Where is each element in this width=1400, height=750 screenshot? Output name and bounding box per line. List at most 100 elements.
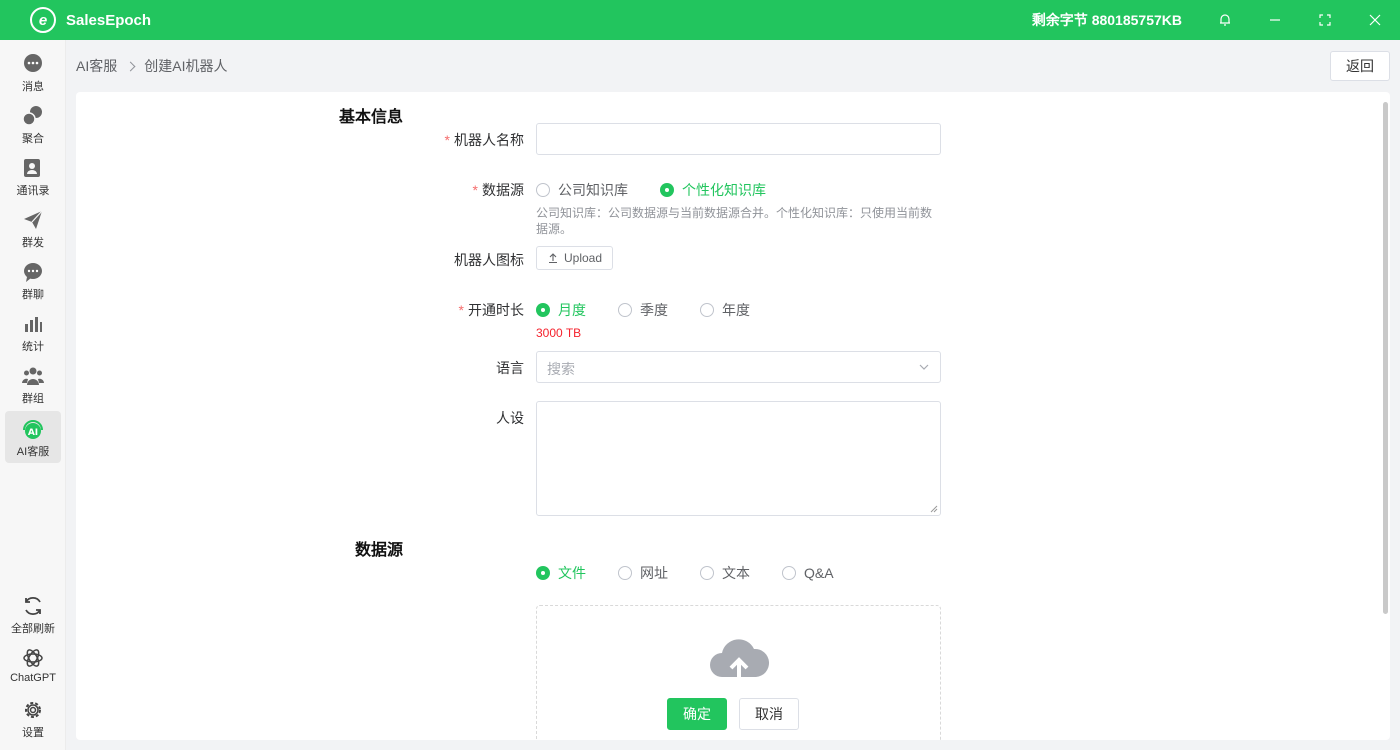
title-bar: e SalesEpoch 剩余字节 880185757KB bbox=[0, 0, 1400, 40]
required-mark: * bbox=[472, 182, 478, 198]
upload-button-label: Upload bbox=[564, 251, 603, 265]
language-select[interactable]: 搜索 bbox=[536, 351, 941, 383]
radio-label: 月度 bbox=[558, 302, 586, 318]
form-card: 基本信息 * 机器人名称 * 数据源 公司知识库 个性化知识库 公司知识库：公司数据… bbox=[76, 92, 1390, 740]
radio-dot[interactable] bbox=[700, 303, 714, 317]
required-mark: * bbox=[444, 132, 450, 148]
radio-label: 文件 bbox=[558, 565, 586, 581]
radio-dot[interactable] bbox=[618, 566, 632, 580]
persona-label: 人设 bbox=[496, 410, 524, 426]
back-button[interactable]: 返回 bbox=[1330, 51, 1390, 81]
chat-bubble-icon bbox=[21, 52, 45, 76]
minimize-icon[interactable] bbox=[1250, 0, 1300, 40]
radio-dot[interactable] bbox=[700, 566, 714, 580]
radio-monthly[interactable]: 月度 bbox=[536, 300, 586, 320]
chevron-right-icon bbox=[125, 61, 136, 71]
refresh-icon bbox=[21, 594, 45, 618]
breadcrumb-current: 创建AI机器人 bbox=[144, 58, 228, 74]
radio-yearly[interactable]: 年度 bbox=[700, 300, 750, 320]
data-source-hint: 公司知识库：公司数据源与当前数据源合并。个性化知识库：只使用当前数据源。 bbox=[536, 206, 933, 236]
close-icon[interactable] bbox=[1350, 0, 1400, 40]
sidebar-item-group-chat[interactable]: 群聊 bbox=[5, 254, 61, 306]
duration-label: * 开通时长 bbox=[324, 300, 524, 320]
sidebar-item-label: 群组 bbox=[22, 393, 44, 405]
radio-url[interactable]: 网址 bbox=[618, 563, 668, 583]
language-label: 语言 bbox=[496, 360, 524, 376]
radio-dot[interactable] bbox=[536, 183, 550, 197]
robot-icon-label: 机器人图标 bbox=[454, 252, 524, 268]
radio-quarterly[interactable]: 季度 bbox=[618, 300, 668, 320]
maximize-icon[interactable] bbox=[1300, 0, 1350, 40]
sidebar-item-refresh-all[interactable]: 全部刷新 bbox=[5, 588, 61, 640]
duration-radio-group: 月度 季度 年度 bbox=[536, 300, 782, 320]
gear-icon bbox=[21, 698, 45, 722]
scrollbar[interactable] bbox=[1383, 102, 1388, 614]
upload-icon bbox=[549, 253, 557, 264]
persona-textarea[interactable] bbox=[536, 401, 941, 516]
radio-label: 文本 bbox=[722, 565, 750, 581]
sidebar-item-label: 群聊 bbox=[22, 289, 44, 301]
chatgpt-icon bbox=[21, 646, 45, 670]
radio-company-kb[interactable]: 公司知识库 bbox=[536, 180, 628, 200]
radio-label: 公司知识库 bbox=[558, 182, 628, 198]
sidebar-item-groups[interactable]: 群组 bbox=[5, 358, 61, 410]
chevron-down-icon bbox=[919, 364, 929, 370]
required-mark: * bbox=[458, 302, 464, 318]
robot-name-input[interactable] bbox=[536, 123, 941, 155]
datasource-type-radio-group: 文件 网址 文本 Q&A bbox=[536, 563, 866, 583]
sidebar-item-label: 设置 bbox=[22, 727, 44, 739]
sidebar-item-label: 全部刷新 bbox=[11, 623, 55, 635]
radio-personal-kb[interactable]: 个性化知识库 bbox=[660, 180, 766, 200]
section-title-datasource: 数据源 bbox=[355, 542, 404, 559]
notification-bell-icon[interactable] bbox=[1200, 0, 1250, 40]
sidebar-item-aggregate[interactable]: 聚合 bbox=[5, 98, 61, 150]
radio-dot[interactable] bbox=[536, 303, 550, 317]
sidebar-item-broadcast[interactable]: 群发 bbox=[5, 202, 61, 254]
radio-qa[interactable]: Q&A bbox=[782, 565, 834, 581]
radio-label: Q&A bbox=[804, 565, 834, 581]
remaining-bytes: 剩余字节 880185757KB bbox=[1031, 12, 1182, 28]
breadcrumb: AI客服 创建AI机器人 bbox=[76, 56, 227, 76]
resize-grip-icon[interactable] bbox=[930, 505, 938, 513]
data-source-label: * 数据源 bbox=[324, 180, 524, 200]
radio-dot[interactable] bbox=[618, 303, 632, 317]
bar-chart-icon bbox=[21, 312, 45, 336]
chat-multi-icon bbox=[21, 104, 45, 128]
sidebar-item-chatgpt[interactable]: ChatGPT bbox=[5, 640, 61, 692]
ai-headset-icon: AI bbox=[21, 417, 45, 441]
radio-label: 季度 bbox=[640, 302, 668, 318]
upload-button[interactable]: Upload bbox=[536, 246, 614, 270]
cancel-button[interactable]: 取消 bbox=[739, 698, 799, 730]
sidebar-item-label: 聚合 bbox=[22, 133, 44, 145]
radio-dot[interactable] bbox=[536, 566, 550, 580]
sidebar-item-label: 统计 bbox=[22, 341, 44, 353]
sidebar-item-messages[interactable]: 消息 bbox=[5, 46, 61, 98]
radio-label: 个性化知识库 bbox=[682, 182, 766, 198]
confirm-button[interactable]: 确定 bbox=[667, 698, 727, 730]
radio-file[interactable]: 文件 bbox=[536, 563, 586, 583]
robot-name-label: * 机器人名称 bbox=[324, 130, 524, 150]
duration-price: 3000 TB bbox=[536, 326, 582, 340]
sidebar-item-label: AI客服 bbox=[16, 446, 50, 458]
app-logo-letter: e bbox=[38, 11, 48, 29]
language-placeholder: 搜索 bbox=[547, 361, 575, 377]
sidebar-item-label: 通讯录 bbox=[16, 185, 50, 197]
data-source-label-text: 数据源 bbox=[482, 182, 524, 198]
radio-label: 年度 bbox=[722, 302, 750, 318]
radio-dot[interactable] bbox=[782, 566, 796, 580]
radio-text[interactable]: 文本 bbox=[700, 563, 750, 583]
breadcrumb-root[interactable]: AI客服 bbox=[76, 56, 117, 76]
sidebar-item-ai-service[interactable]: AI AI客服 bbox=[5, 411, 61, 463]
users-icon bbox=[21, 364, 45, 388]
cloud-upload-icon bbox=[710, 639, 770, 681]
sidebar-item-label: 消息 bbox=[22, 81, 44, 93]
section-title-basic: 基本信息 bbox=[339, 109, 404, 126]
svg-text:AI: AI bbox=[28, 428, 38, 438]
radio-dot[interactable] bbox=[660, 183, 674, 197]
paper-plane-icon bbox=[21, 208, 45, 232]
sidebar-item-contacts[interactable]: 通讯录 bbox=[5, 150, 61, 202]
data-source-radio-group: 公司知识库 个性化知识库 bbox=[536, 180, 798, 200]
sidebar-item-settings[interactable]: 设置 bbox=[5, 692, 61, 744]
sidebar-item-label: 群发 bbox=[22, 237, 44, 249]
sidebar-item-statistics[interactable]: 统计 bbox=[5, 306, 61, 358]
